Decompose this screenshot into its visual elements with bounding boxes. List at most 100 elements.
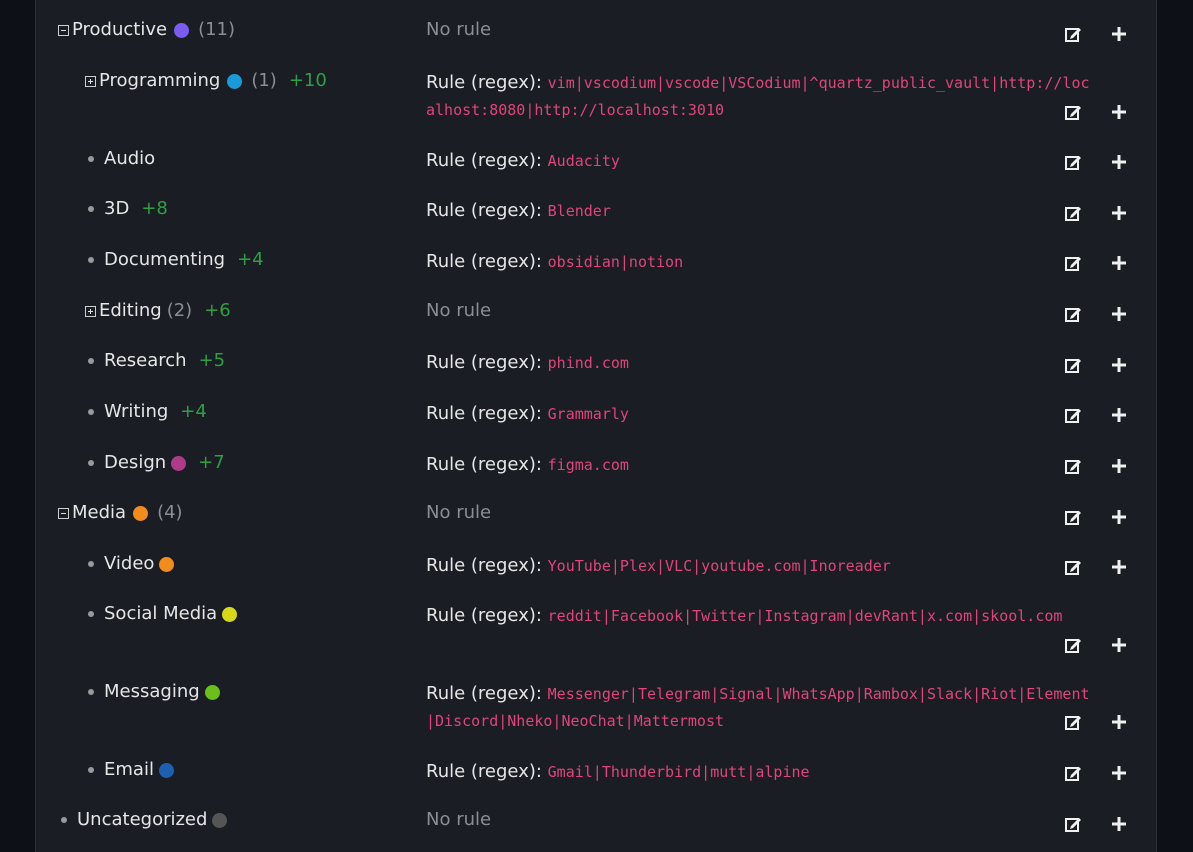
expand-toggle-icon[interactable]: [85, 75, 96, 87]
category-count: (1): [251, 70, 277, 91]
category-label[interactable]: Editing: [99, 300, 162, 322]
category-rule: Rule (regex): YouTube|Plex|VLC|youtube.c…: [426, 553, 1096, 580]
edit-icon[interactable]: [1064, 558, 1082, 576]
category-label[interactable]: Design: [104, 452, 166, 474]
plus-icon[interactable]: [1110, 204, 1128, 222]
rule-prefix: Rule (regex):: [426, 72, 548, 93]
bullet-icon: [88, 358, 94, 364]
category-name-cell: Email: [88, 759, 174, 781]
collapse-toggle-icon[interactable]: [58, 507, 69, 519]
category-color-dot: [159, 556, 175, 572]
rule-prefix: Rule (regex):: [426, 352, 548, 373]
plus-icon[interactable]: [1110, 764, 1128, 782]
row-actions: [1064, 406, 1134, 426]
category-rule: Rule (regex): Audacity: [426, 148, 1096, 175]
category-label[interactable]: Email: [104, 759, 154, 781]
plus-icon[interactable]: [1110, 508, 1128, 526]
category-color-dot: [158, 762, 174, 778]
edit-icon[interactable]: [1064, 103, 1082, 121]
row-actions: [1064, 254, 1134, 274]
rule-prefix: Rule (regex):: [426, 150, 548, 171]
plus-icon[interactable]: [1110, 636, 1128, 654]
edit-icon[interactable]: [1064, 254, 1082, 272]
category-name-cell: Design +7: [88, 452, 225, 474]
rule-regex: Audacity: [547, 152, 620, 170]
rule-prefix: Rule (regex):: [426, 761, 548, 782]
rule-prefix: Rule (regex):: [426, 555, 548, 576]
category-label[interactable]: Writing: [104, 401, 168, 423]
rule-prefix: Rule (regex):: [426, 403, 548, 424]
category-label[interactable]: Documenting: [104, 249, 225, 271]
rule-regex: Gmail|Thunderbird|mutt|alpine: [547, 763, 810, 781]
bullet-icon: [88, 767, 94, 773]
plus-icon[interactable]: [1110, 815, 1128, 833]
category-label[interactable]: Programming: [99, 70, 220, 92]
category-color-dot: [171, 455, 187, 471]
no-rule-text: No rule: [426, 502, 492, 523]
bullet-icon: [88, 257, 94, 263]
edit-icon[interactable]: [1064, 153, 1082, 171]
edit-icon[interactable]: [1064, 636, 1082, 654]
category-rule: No rule: [426, 809, 1096, 831]
bullet-icon: [88, 611, 94, 617]
no-rule-text: No rule: [426, 809, 492, 830]
row-actions: [1064, 25, 1134, 45]
category-label[interactable]: Media: [72, 502, 126, 524]
plus-icon[interactable]: [1110, 356, 1128, 374]
category-label[interactable]: Messaging: [104, 681, 200, 703]
plus-icon[interactable]: [1110, 305, 1128, 323]
category-rule: No rule: [426, 502, 1096, 524]
category-name-cell: Research +5: [88, 350, 225, 372]
category-color-dot: [212, 812, 228, 828]
edit-icon[interactable]: [1064, 305, 1082, 323]
rule-regex: figma.com: [547, 456, 629, 474]
row-actions: [1064, 356, 1134, 376]
hidden-children-count: +5: [198, 350, 226, 371]
plus-icon[interactable]: [1110, 558, 1128, 576]
collapse-toggle-icon[interactable]: [58, 24, 69, 36]
edit-icon[interactable]: [1064, 457, 1082, 475]
edit-icon[interactable]: [1064, 713, 1082, 731]
category-label[interactable]: 3D: [104, 198, 129, 220]
category-rule: Rule (regex): phind.com: [426, 350, 1096, 377]
edit-icon[interactable]: [1064, 815, 1082, 833]
rule-regex: phind.com: [547, 354, 629, 372]
category-rule: No rule: [426, 19, 1096, 41]
rule-regex: Blender: [547, 202, 611, 220]
category-label[interactable]: Audio: [104, 148, 155, 170]
expand-toggle-icon[interactable]: [85, 305, 96, 317]
plus-icon[interactable]: [1110, 406, 1128, 424]
category-name-cell: Productive (11): [58, 19, 235, 41]
edit-icon[interactable]: [1064, 204, 1082, 222]
edit-icon[interactable]: [1064, 356, 1082, 374]
category-rule: Rule (regex): Messenger|Telegram|Signal|…: [426, 681, 1096, 735]
row-actions: [1064, 558, 1134, 578]
rule-prefix: Rule (regex):: [426, 605, 548, 626]
category-name-cell: Uncategorized: [61, 809, 228, 831]
hidden-children-count: +4: [180, 401, 207, 422]
plus-icon[interactable]: [1110, 457, 1128, 475]
hidden-children-count: +4: [237, 249, 264, 270]
category-rule: Rule (regex): vim|vscodium|vscode|VSCodi…: [426, 70, 1096, 124]
no-rule-text: No rule: [426, 19, 492, 40]
edit-icon[interactable]: [1064, 764, 1082, 782]
category-count: (11): [198, 19, 236, 40]
category-label[interactable]: Video: [104, 553, 154, 575]
plus-icon[interactable]: [1110, 153, 1128, 171]
category-label[interactable]: Social Media: [104, 603, 217, 625]
plus-icon[interactable]: [1110, 713, 1128, 731]
plus-icon[interactable]: [1110, 254, 1128, 272]
category-name-cell: Writing +4: [88, 401, 207, 423]
edit-icon[interactable]: [1064, 25, 1082, 43]
category-name-cell: Media (4): [58, 502, 183, 524]
plus-icon[interactable]: [1110, 103, 1128, 121]
category-label[interactable]: Research: [104, 350, 187, 372]
plus-icon[interactable]: [1110, 25, 1128, 43]
category-label[interactable]: Uncategorized: [77, 809, 207, 831]
edit-icon[interactable]: [1064, 508, 1082, 526]
category-label[interactable]: Productive: [72, 19, 167, 41]
edit-icon[interactable]: [1064, 406, 1082, 424]
row-actions: [1064, 305, 1134, 325]
category-name-cell: Documenting +4: [88, 249, 264, 271]
bullet-icon: [88, 689, 94, 695]
